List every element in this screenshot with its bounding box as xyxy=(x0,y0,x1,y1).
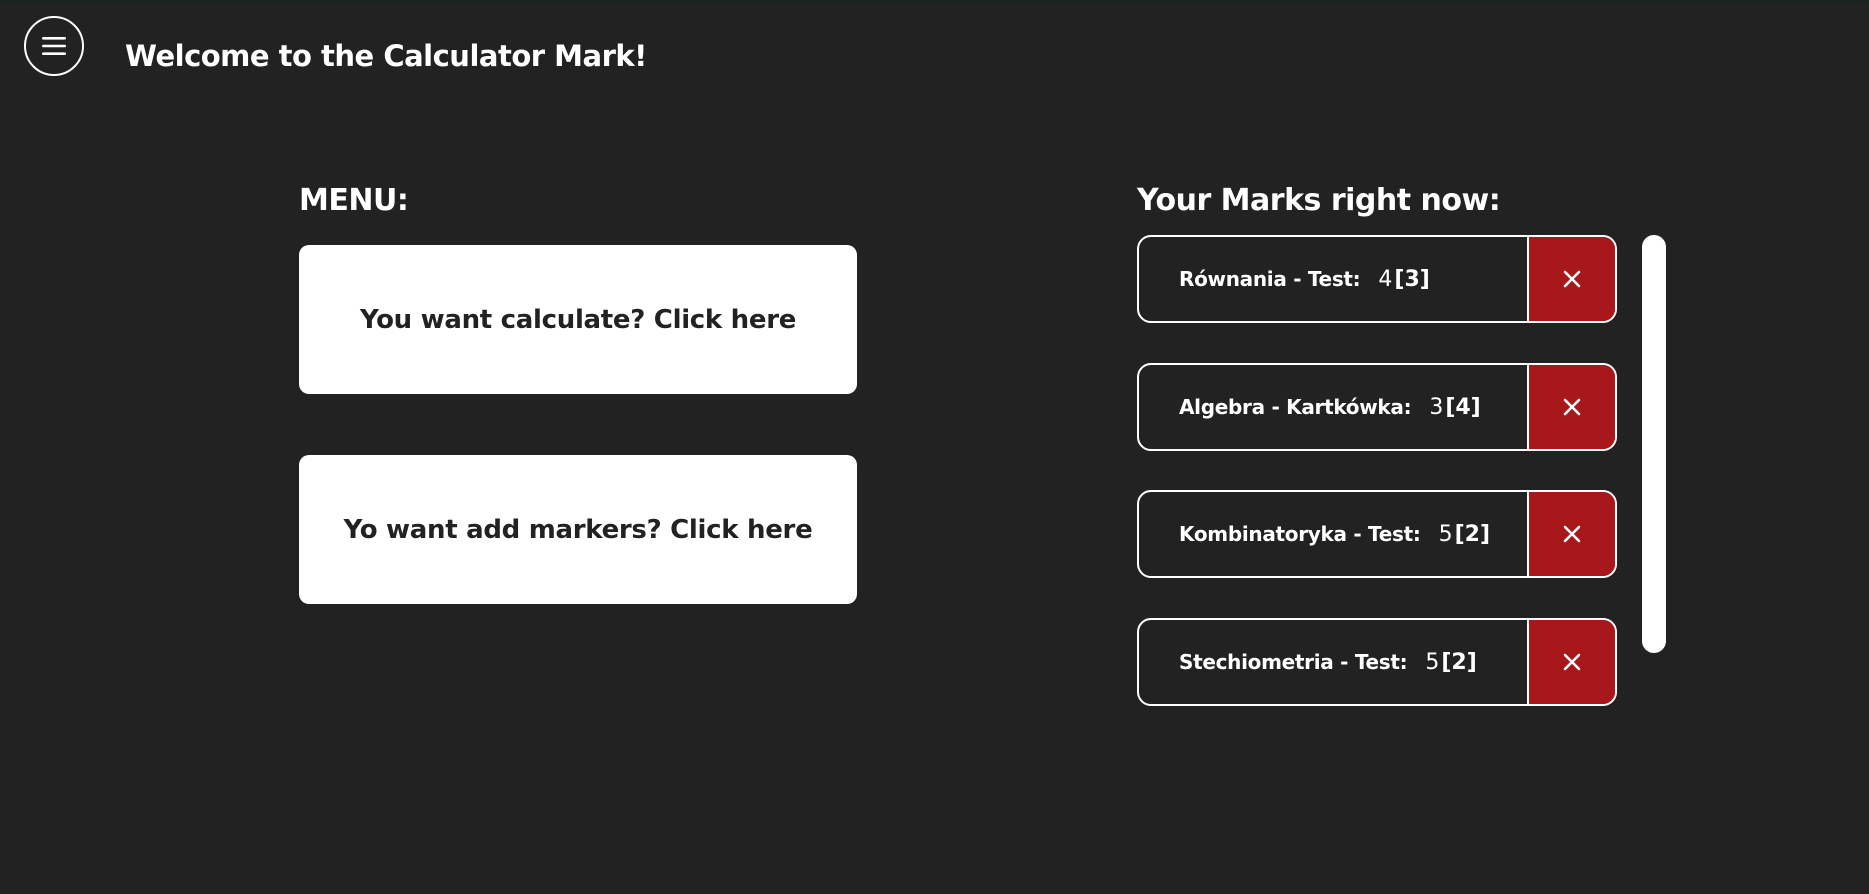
mark-value: 5 xyxy=(1425,649,1440,675)
mark-weight: [4] xyxy=(1445,394,1481,420)
mark-item: Stechiometria - Test: 5 [2] xyxy=(1137,618,1617,706)
mark-info: Równania - Test: 4 [3] xyxy=(1139,237,1527,321)
menu-heading: MENU: xyxy=(299,183,409,218)
close-icon xyxy=(1563,525,1581,543)
marks-scrollbar[interactable] xyxy=(1642,235,1666,653)
mark-info: Stechiometria - Test: 5 [2] xyxy=(1139,620,1527,704)
marks-heading: Your Marks right now: xyxy=(1137,183,1501,218)
close-icon xyxy=(1563,270,1581,288)
mark-value: 3 xyxy=(1429,394,1444,420)
top-border xyxy=(0,0,1869,3)
close-icon xyxy=(1563,398,1581,416)
hamburger-menu-icon xyxy=(42,37,66,55)
mark-value: 5 xyxy=(1438,521,1453,547)
delete-mark-button[interactable] xyxy=(1527,620,1615,704)
mark-weight: [2] xyxy=(1454,521,1490,547)
page-title: Welcome to the Calculator Mark! xyxy=(125,39,647,73)
mark-item: Równania - Test: 4 [3] xyxy=(1137,235,1617,323)
mark-weight: [3] xyxy=(1394,266,1430,292)
mark-weight: [2] xyxy=(1441,649,1477,675)
mark-name: Algebra - Kartkówka: xyxy=(1179,395,1412,419)
mark-info: Kombinatoryka - Test: 5 [2] xyxy=(1139,492,1527,576)
delete-mark-button[interactable] xyxy=(1527,492,1615,576)
delete-mark-button[interactable] xyxy=(1527,237,1615,321)
mark-name: Równania - Test: xyxy=(1179,267,1361,291)
mark-value: 4 xyxy=(1378,266,1393,292)
close-icon xyxy=(1563,653,1581,671)
mark-item: Kombinatoryka - Test: 5 [2] xyxy=(1137,490,1617,578)
menu-toggle-button[interactable] xyxy=(24,16,84,76)
calculate-button[interactable]: You want calculate? Click here xyxy=(299,245,857,394)
mark-name: Stechiometria - Test: xyxy=(1179,650,1408,674)
delete-mark-button[interactable] xyxy=(1527,365,1615,449)
add-markers-button[interactable]: Yo want add markers? Click here xyxy=(299,455,857,604)
mark-item: Algebra - Kartkówka: 3 [4] xyxy=(1137,363,1617,451)
mark-name: Kombinatoryka - Test: xyxy=(1179,522,1421,546)
mark-info: Algebra - Kartkówka: 3 [4] xyxy=(1139,365,1527,449)
